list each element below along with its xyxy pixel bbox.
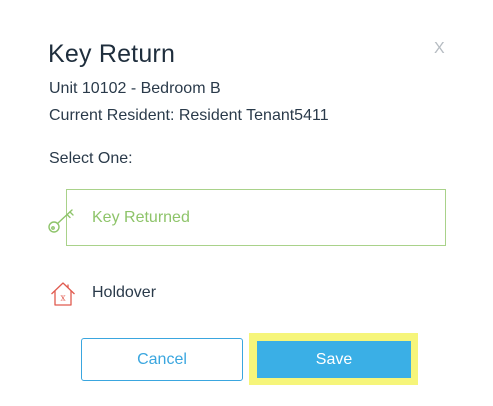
cancel-button[interactable]: Cancel [81,338,243,381]
select-one-label: Select One: [49,150,133,167]
dialog-title: Key Return [48,40,176,68]
option-holdover-label: Holdover [92,284,157,301]
key-icon [48,209,74,233]
option-key-returned[interactable]: Key Returned [66,189,446,246]
save-button[interactable]: Save [257,341,411,378]
resident-label: Current Resident: Resident Tenant5411 [49,107,329,124]
close-button[interactable]: X [434,40,445,58]
house-x-icon: x [51,282,75,306]
unit-label: Unit 10102 - Bedroom B [49,80,221,97]
key-return-dialog: Key Return X Unit 10102 - Bedroom B Curr… [0,0,493,406]
svg-text:x: x [60,294,65,304]
option-key-returned-label: Key Returned [92,209,190,226]
option-holdover[interactable]: x Holdover [48,278,248,308]
